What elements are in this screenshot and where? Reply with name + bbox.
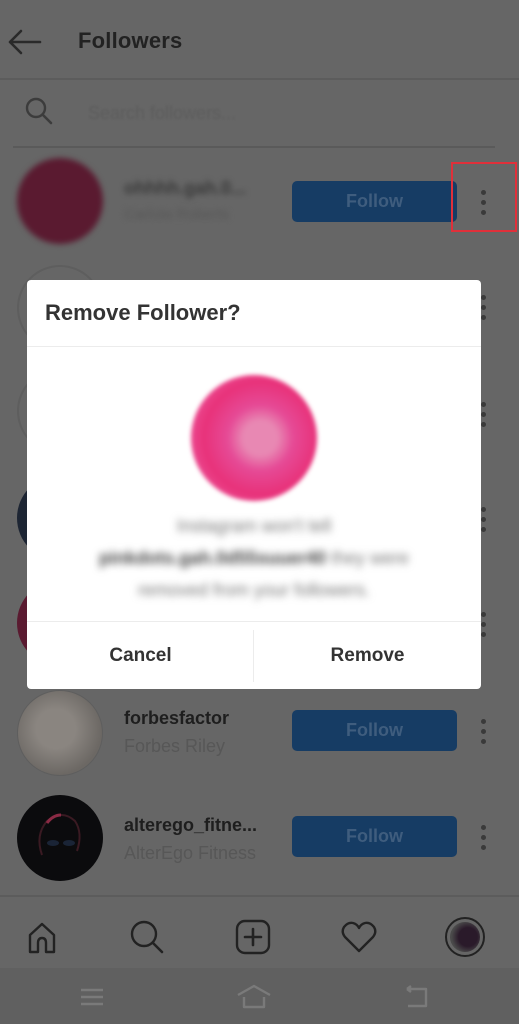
- back-icon: [406, 985, 428, 1008]
- dot: [480, 844, 486, 850]
- system-menu-button[interactable]: [74, 982, 110, 1012]
- dot: [480, 728, 486, 734]
- username[interactable]: ohhhh.gah.0...: [124, 178, 246, 199]
- message-prefix: Instagram won't tell: [176, 516, 332, 536]
- dot: [480, 738, 486, 744]
- dot: [480, 611, 486, 617]
- back-button[interactable]: [5, 24, 43, 60]
- cancel-button[interactable]: Cancel: [27, 622, 254, 689]
- avatar[interactable]: [17, 690, 103, 776]
- profile-avatar: [445, 917, 485, 957]
- follower-row[interactable]: forbesfactor Forbes Riley Follow: [0, 690, 519, 794]
- full-name: Carlota Roberts: [124, 206, 230, 223]
- search-input[interactable]: [88, 100, 478, 126]
- header: Followers: [0, 0, 519, 80]
- search-underline: [13, 146, 495, 148]
- dot: [480, 304, 486, 310]
- dot: [480, 526, 486, 532]
- dot: [480, 421, 486, 427]
- page-title: Followers: [78, 28, 183, 53]
- home-icon: [237, 984, 271, 1009]
- follower-avatar: [191, 375, 317, 501]
- username[interactable]: forbesfactor: [124, 708, 229, 729]
- tab-search[interactable]: [127, 917, 167, 957]
- more-options-button[interactable]: [470, 711, 496, 751]
- tab-profile[interactable]: [445, 917, 485, 957]
- system-nav-bar: [0, 968, 519, 1024]
- more-options-button[interactable]: [470, 817, 496, 857]
- arrow-left-icon: [8, 29, 42, 55]
- search-icon: [25, 97, 53, 125]
- highlight-box: [451, 162, 517, 232]
- divider: [27, 346, 481, 347]
- dialog-message: Instagram won't tell pinkdots.gah.0d55su…: [67, 510, 441, 606]
- dot: [480, 294, 486, 300]
- system-back-button[interactable]: [397, 982, 433, 1012]
- dot: [480, 621, 486, 627]
- tab-new-post[interactable]: [233, 917, 273, 957]
- follower-row[interactable]: alterego_fitne... AlterEgo Fitness Follo…: [0, 795, 519, 899]
- dot: [480, 631, 486, 637]
- tab-activity[interactable]: [339, 917, 379, 957]
- search-icon: [130, 920, 164, 954]
- dot: [480, 824, 486, 830]
- dot: [480, 516, 486, 522]
- dot: [480, 411, 486, 417]
- follow-button[interactable]: Follow: [292, 710, 457, 751]
- avatar[interactable]: [17, 795, 103, 881]
- menu-icon: [81, 988, 103, 1006]
- search-bar: [0, 82, 519, 148]
- activity-heart-icon: [341, 921, 377, 953]
- follow-button[interactable]: Follow: [292, 816, 457, 857]
- dot: [480, 314, 486, 320]
- full-name: AlterEgo Fitness: [124, 843, 257, 863]
- new-post-icon: [235, 919, 271, 955]
- username[interactable]: alterego_fitne...: [124, 815, 257, 836]
- dot: [480, 718, 486, 724]
- home-icon: [28, 922, 56, 954]
- full-name: Forbes Riley: [124, 736, 226, 756]
- tab-home[interactable]: [22, 917, 62, 957]
- dot: [480, 834, 486, 840]
- follower-row[interactable]: ohhhh.gah.0... Carlota Roberts Follow: [0, 150, 519, 254]
- skull-logo-icon: [38, 813, 81, 856]
- dot: [480, 506, 486, 512]
- followers-screen: Followers ohhhh.gah.0... Carlota Roberts…: [0, 0, 519, 1024]
- bottom-tab-bar: [0, 895, 519, 971]
- system-home-button[interactable]: [236, 982, 272, 1012]
- avatar[interactable]: [17, 158, 103, 244]
- follow-button[interactable]: Follow: [292, 181, 457, 222]
- remove-button[interactable]: Remove: [254, 622, 481, 689]
- dialog-title: Remove Follower?: [45, 300, 241, 325]
- remove-follower-dialog: Remove Follower? Instagram won't tell pi…: [27, 280, 481, 689]
- message-username: pinkdots.gah.0d55suuer40: [98, 548, 327, 568]
- dot: [480, 401, 486, 407]
